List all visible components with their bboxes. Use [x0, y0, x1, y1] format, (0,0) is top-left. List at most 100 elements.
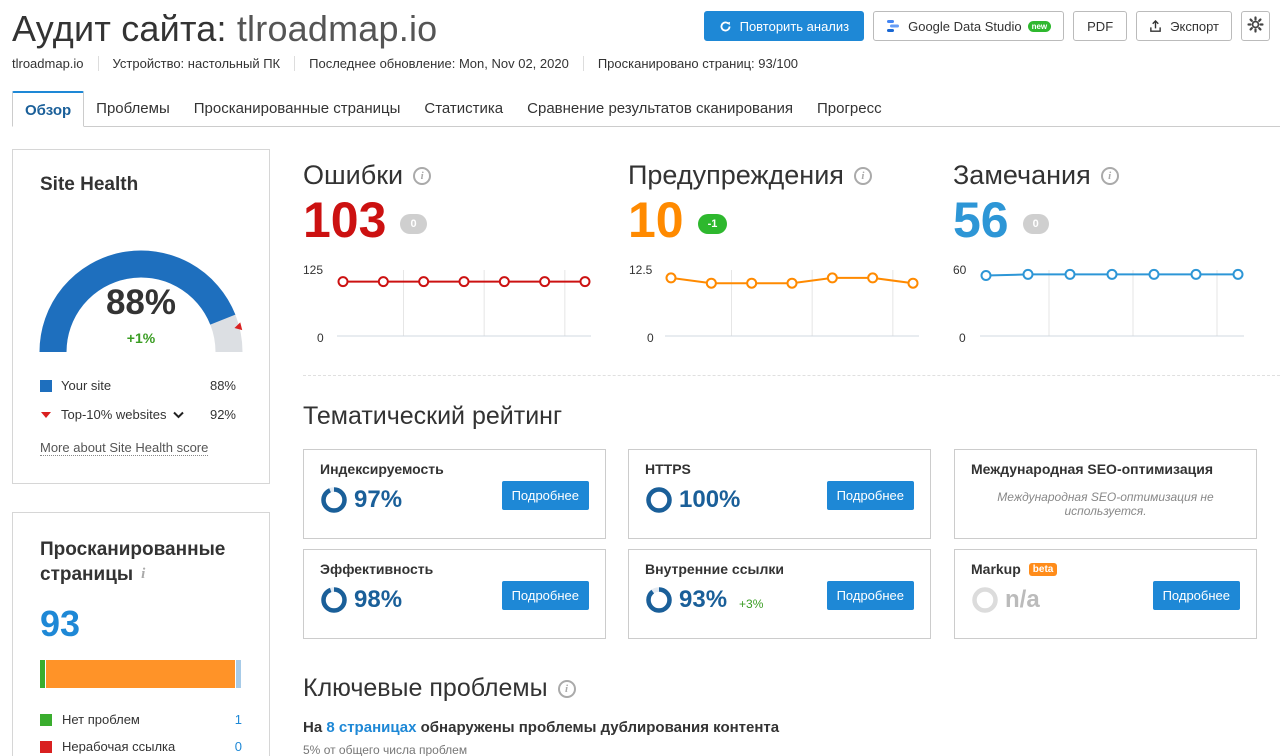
- errors-axis-max: 125: [303, 263, 324, 277]
- details-button[interactable]: Подробнее: [1152, 581, 1240, 610]
- notices-trend-chart: [980, 268, 1244, 337]
- rerun-analysis-button[interactable]: Повторить анализ: [703, 11, 865, 41]
- crawled-pages-title: Просканированные страницы i: [40, 537, 225, 587]
- metric-warnings: Предупреждения i 10 -1: [628, 160, 928, 249]
- trend-point[interactable]: [1232, 268, 1244, 280]
- trend-point[interactable]: [377, 276, 389, 288]
- thematic-card-internal-links: Внутренние ссылки 93% +3% Подробнее: [628, 549, 931, 639]
- thematic-card-name: Индексируемость: [320, 461, 444, 477]
- trend-point[interactable]: [907, 277, 919, 289]
- thematic-card-value: 93%: [679, 586, 728, 613]
- warnings-axis-min: 0: [647, 331, 654, 345]
- info-icon[interactable]: i: [1100, 166, 1119, 185]
- rerun-analysis-label: Повторить анализ: [739, 18, 850, 34]
- info-icon[interactable]: i: [853, 166, 872, 185]
- bar-segment[interactable]: [46, 660, 236, 688]
- meta-domain: tlroadmap.io: [12, 56, 84, 71]
- legend-top10[interactable]: Top-10% websites 92%: [40, 407, 236, 422]
- title-domain: tlroadmap.io: [236, 8, 438, 49]
- bar-segment[interactable]: [236, 660, 242, 688]
- ring-fill: [646, 487, 672, 513]
- gear-icon: [1247, 16, 1264, 36]
- trend-point[interactable]: [539, 276, 551, 288]
- notices-value[interactable]: 56: [953, 191, 1009, 249]
- thematic-card-name: Эффективность: [320, 561, 434, 577]
- crawled-pages-count[interactable]: 93: [40, 603, 80, 645]
- trend-point[interactable]: [1190, 268, 1202, 280]
- errors-trend-chart: [337, 270, 591, 337]
- thematic-card-value: 97%: [354, 486, 403, 513]
- info-icon[interactable]: i: [413, 166, 432, 185]
- trend-point[interactable]: [579, 276, 591, 288]
- warnings-label: Предупреждения: [628, 160, 844, 190]
- issue-pages-link[interactable]: 8 страницах: [326, 719, 416, 736]
- trend-point[interactable]: [498, 276, 510, 288]
- site-health-card: Site Health 88% +1% Your site 88% Top-10…: [12, 149, 270, 484]
- details-button[interactable]: Подробнее: [501, 581, 589, 610]
- thematic-card-note: Международная SEO-оптимизация не использ…: [997, 490, 1214, 518]
- tab-issues[interactable]: Проблемы: [84, 91, 182, 127]
- info-icon[interactable]: i: [557, 679, 576, 698]
- trend-point[interactable]: [337, 276, 349, 288]
- settings-button[interactable]: [1241, 11, 1270, 41]
- notices-axis-min: 0: [959, 331, 966, 345]
- google-data-studio-label: Google Data Studio: [908, 18, 1022, 34]
- audit-meta: tlroadmap.io Устройство: настольный ПК П…: [12, 56, 812, 71]
- thematic-card-https: HTTPS 100% Подробнее: [628, 449, 931, 539]
- google-data-studio-button[interactable]: Google Data Studio new: [873, 11, 1065, 41]
- trend-point[interactable]: [826, 272, 838, 284]
- thematic-card-name: Международная SEO-оптимизация: [971, 461, 1213, 477]
- info-icon[interactable]: i: [141, 562, 145, 587]
- warnings-value[interactable]: 10: [628, 191, 684, 249]
- progress-ring-icon: [321, 587, 347, 613]
- refresh-icon: [719, 20, 732, 33]
- tab-crawled-pages[interactable]: Просканированные страницы: [182, 91, 413, 127]
- trend-point[interactable]: [867, 272, 879, 284]
- tab-overview[interactable]: Обзор: [12, 91, 85, 127]
- trend-point[interactable]: [705, 277, 717, 289]
- crawled-pages-title-line2: страницы: [40, 564, 134, 585]
- site-health-delta: +1%: [126, 330, 156, 346]
- more-about-site-health-link[interactable]: More about Site Health score: [40, 440, 209, 456]
- status-broken-link: Нерабочая ссылка 0: [40, 739, 242, 754]
- broken-link-value[interactable]: 0: [235, 739, 242, 754]
- trend-point[interactable]: [1106, 268, 1118, 280]
- details-button[interactable]: Подробнее: [826, 481, 914, 510]
- trend-point[interactable]: [1148, 268, 1160, 280]
- ring-fill: [646, 587, 672, 613]
- pdf-button[interactable]: PDF: [1073, 11, 1128, 41]
- title-prefix: Аудит сайта:: [12, 8, 227, 49]
- trend-point[interactable]: [1064, 268, 1076, 280]
- details-button[interactable]: Подробнее: [501, 481, 589, 510]
- export-icon: [1149, 19, 1162, 33]
- notices-label: Замечания: [953, 160, 1091, 190]
- trend-point[interactable]: [980, 270, 992, 281]
- trend-point[interactable]: [746, 277, 758, 289]
- tab-statistics[interactable]: Статистика: [412, 91, 515, 127]
- trend-point[interactable]: [786, 277, 798, 289]
- meta-last-update: Последнее обновление: Mon, Nov 02, 2020: [294, 56, 583, 71]
- trend-point[interactable]: [665, 272, 677, 284]
- thematic-card-markup: Markup beta n/a Подробнее: [954, 549, 1257, 639]
- trend-point[interactable]: [458, 276, 470, 288]
- trend-point[interactable]: [418, 276, 430, 288]
- issue-prefix: На: [303, 719, 323, 736]
- errors-value[interactable]: 103: [303, 191, 386, 249]
- export-button[interactable]: Экспорт: [1136, 11, 1232, 41]
- no-issues-value[interactable]: 1: [235, 712, 242, 727]
- trend-point[interactable]: [1022, 268, 1034, 280]
- page-title: Аудит сайта: tlroadmap.io: [12, 8, 437, 50]
- crawled-pages-card: Просканированные страницы i 93 Нет пробл…: [12, 512, 270, 756]
- issue-share-text: от общего числа проблем: [323, 743, 468, 756]
- ring-track: [972, 587, 998, 613]
- your-site-swatch: [40, 379, 52, 392]
- tab-progress[interactable]: Прогресс: [805, 91, 894, 127]
- new-badge: new: [1027, 20, 1052, 32]
- tab-compare-crawls[interactable]: Сравнение результатов сканирования: [515, 91, 805, 127]
- ring-fill: [321, 487, 347, 513]
- key-issue-share: 5% от общего числа проблем: [303, 743, 467, 756]
- details-button[interactable]: Подробнее: [826, 581, 914, 610]
- no-issues-label: Нет проблем: [62, 712, 140, 727]
- warnings-delta-badge: -1: [697, 214, 728, 234]
- no-issues-swatch: [40, 713, 52, 726]
